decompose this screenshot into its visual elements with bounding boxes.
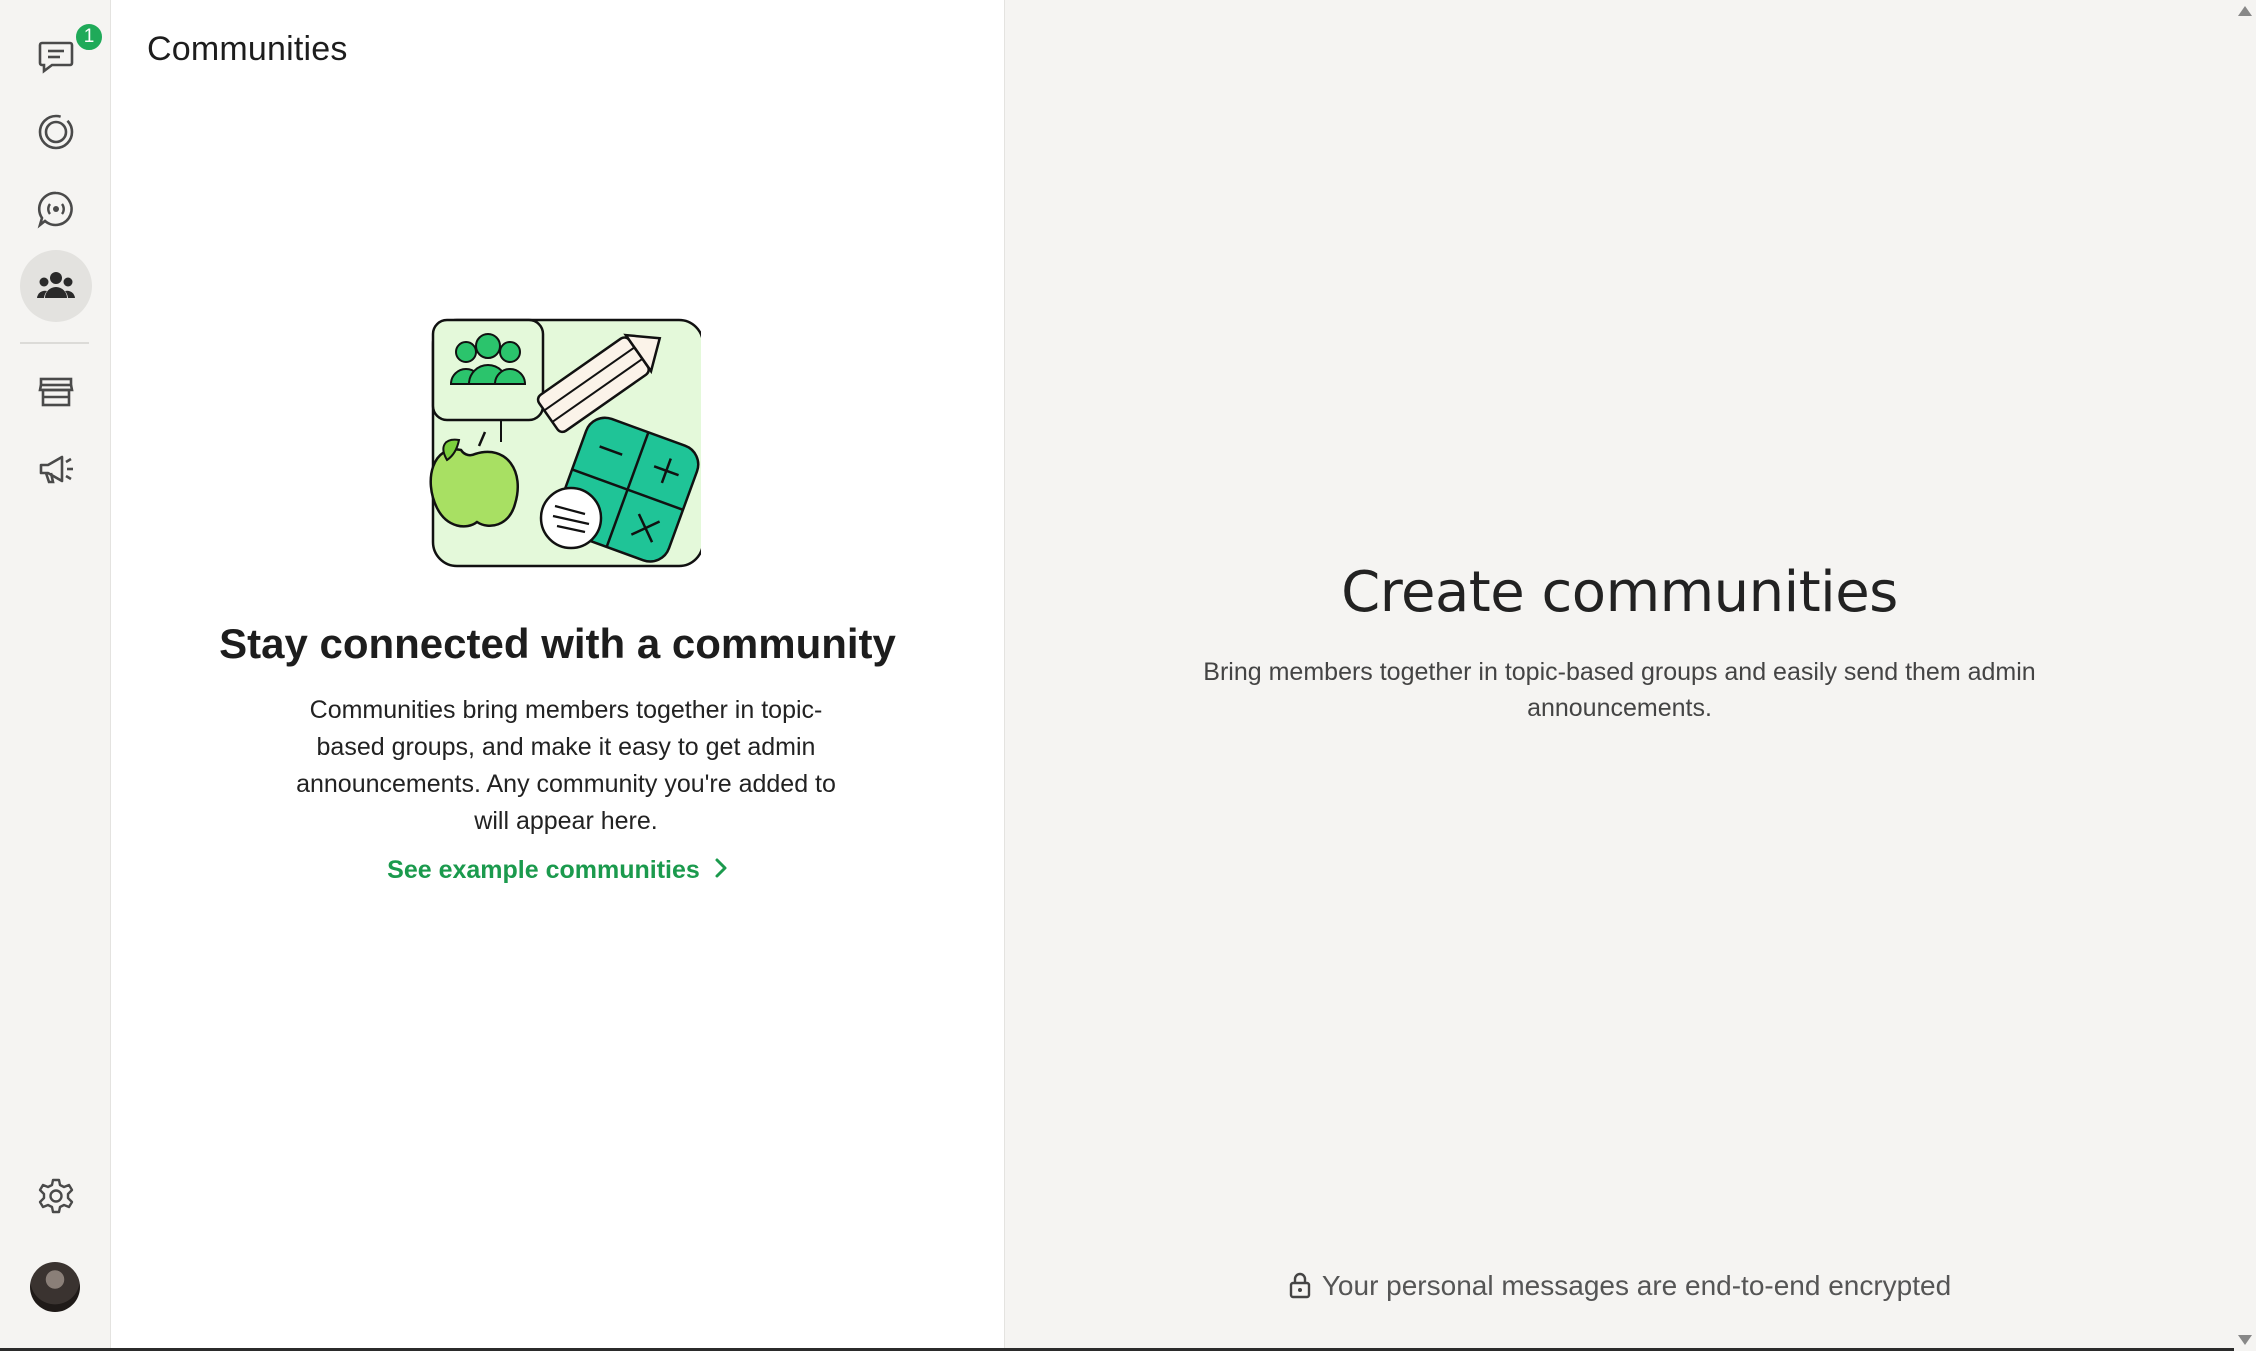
communities-icon [37,272,75,298]
status-icon [38,114,74,150]
empty-state-description: Communities bring members together in to… [296,696,836,835]
encryption-text: Your personal messages are end-to-end en… [1321,1270,1952,1301]
detail-title: Create communities [1341,560,1898,625]
panel-title: Communities [147,30,348,68]
lock-icon [1289,1272,1311,1299]
example-link-label: See example communities [387,856,700,884]
detail-description: Bring members together in topic-based gr… [1203,658,2036,722]
app-window: 1 Communities Stay connected with a comm… [0,0,2256,1351]
rail-divider [20,342,89,344]
communities-panel: Communities Stay connected with a commun… [111,0,1005,1351]
settings-button[interactable] [20,1160,92,1232]
scroll-up-icon[interactable] [2238,6,2252,16]
channels-button[interactable] [20,173,92,245]
communities-illustration [429,318,701,568]
chevron-right-icon [714,857,728,886]
see-example-communities-link[interactable]: See example communities [111,856,1004,886]
profile-avatar[interactable] [30,1262,80,1312]
nav-rail: 1 [0,0,111,1351]
communities-button[interactable] [20,250,92,322]
megaphone-icon [39,455,73,484]
empty-state-heading: Stay connected with a community [219,620,896,667]
channels-icon [37,191,73,229]
detail-area: Create communities Bring members togethe… [1005,0,2234,1351]
store-button[interactable] [20,356,92,428]
settings-icon [38,1178,74,1214]
encryption-notice: Your personal messages are end-to-end en… [1005,1270,2234,1302]
unread-badge: 1 [74,22,104,52]
chats-icon [38,41,74,74]
marketing-button[interactable] [20,433,92,505]
vertical-scrollbar[interactable] [2234,0,2256,1351]
scroll-down-icon[interactable] [2238,1335,2252,1345]
status-button[interactable] [20,96,92,168]
store-icon [38,377,74,407]
